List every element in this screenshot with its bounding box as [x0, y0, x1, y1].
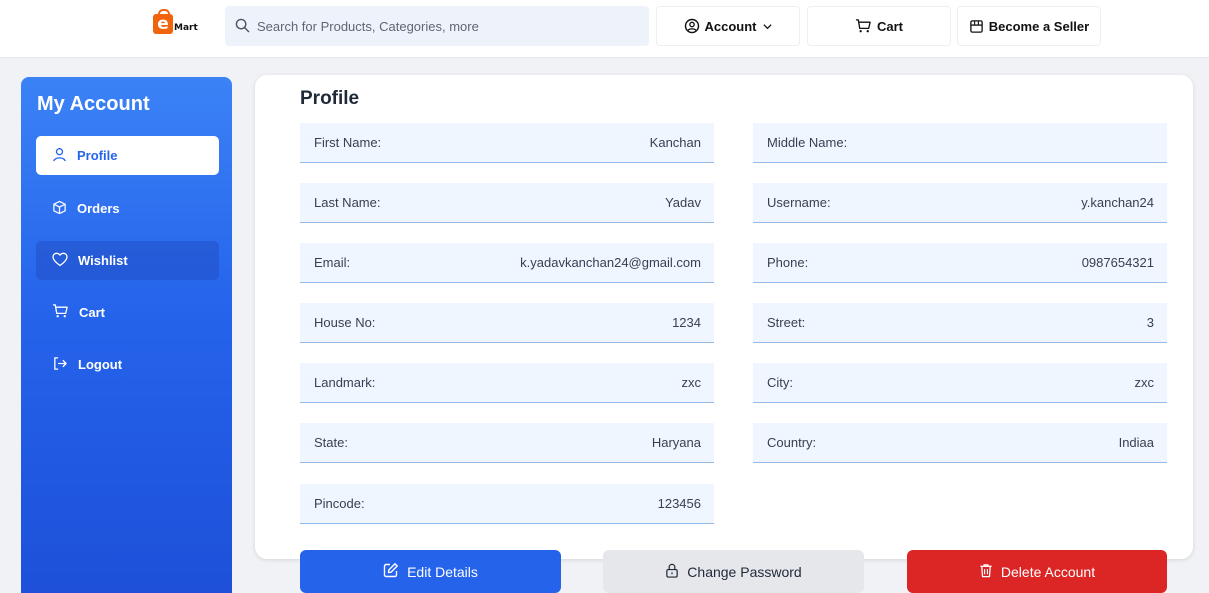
landmark-field: Landmark: zxc	[300, 363, 714, 403]
sidebar-item-label: Wishlist	[78, 253, 128, 268]
become-seller-button[interactable]: Become a Seller	[957, 6, 1101, 46]
state-field: State: Haryana	[300, 423, 714, 463]
last-name-field: Last Name: Yadav	[300, 183, 714, 223]
field-label: Country:	[767, 435, 817, 450]
lock-icon	[665, 563, 679, 581]
sidebar-item-logout[interactable]: Logout	[36, 345, 219, 384]
field-label: Phone:	[767, 255, 809, 270]
house-no-field: House No: 1234	[300, 303, 714, 343]
shopping-bag-logo-icon: e	[153, 9, 173, 34]
field-value: Kanchan	[649, 135, 701, 150]
country-field: Country: Indiaa	[753, 423, 1167, 463]
sidebar-item-label: Profile	[77, 148, 118, 163]
edit-icon	[383, 562, 399, 581]
field-value: zxc	[1134, 375, 1155, 390]
sidebar-item-label: Orders	[77, 201, 120, 216]
field-label: Last Name:	[314, 195, 381, 210]
delete-account-label: Delete Account	[1000, 563, 1096, 580]
trash-icon	[979, 563, 993, 581]
change-password-button[interactable]: Change Password	[603, 550, 864, 593]
edit-details-label: Edit Details	[407, 563, 478, 580]
user-icon	[52, 147, 67, 165]
field-label: Pincode:	[314, 496, 365, 511]
field-value: 0987654321	[1081, 255, 1154, 270]
field-label: Username:	[767, 195, 831, 210]
sidebar-item-cart[interactable]: Cart	[36, 293, 219, 332]
edit-details-button[interactable]: Edit Details	[300, 550, 561, 593]
cart-label: Cart	[876, 18, 903, 34]
field-value: zxc	[681, 375, 702, 390]
first-name-field: First Name: Kanchan	[300, 123, 714, 163]
sidebar-item-orders[interactable]: Orders	[36, 189, 219, 228]
field-value: Indiaa	[1118, 435, 1154, 450]
field-value: 3	[1146, 315, 1154, 330]
logout-icon	[52, 356, 68, 374]
account-sidebar: My Account Profile Orders Wishlist Cart …	[21, 77, 232, 593]
city-field: City: zxc	[753, 363, 1167, 403]
search-icon	[235, 18, 251, 34]
chevron-down-icon	[762, 21, 773, 32]
top-header: e Mart Account Cart Become a Seller	[0, 0, 1209, 58]
phone-field: Phone: 0987654321	[753, 243, 1167, 283]
change-password-label: Change Password	[687, 563, 802, 580]
user-circle-icon	[684, 18, 700, 34]
store-icon	[969, 19, 984, 34]
cart-button[interactable]: Cart	[807, 6, 951, 46]
middle-name-field: Middle Name:	[753, 123, 1167, 163]
field-label: House No:	[314, 315, 376, 330]
field-value: k.yadavkanchan24@gmail.com	[520, 255, 701, 270]
field-label: Email:	[314, 255, 351, 270]
logo-letter: e	[157, 14, 169, 34]
field-value: y.kanchan24	[1081, 195, 1154, 210]
field-value: Haryana	[651, 435, 701, 450]
cart-icon	[855, 18, 872, 34]
sidebar-item-label: Logout	[78, 357, 123, 372]
field-value: 123456	[657, 496, 701, 511]
delete-account-button[interactable]: Delete Account	[907, 550, 1167, 593]
search-bar[interactable]	[225, 6, 649, 46]
field-label: Middle Name:	[767, 135, 848, 150]
street-field: Street: 3	[753, 303, 1167, 343]
sidebar-item-label: Cart	[79, 305, 106, 320]
emart-logo[interactable]: e Mart	[153, 9, 198, 34]
email-field: Email: k.yadavkanchan24@gmail.com	[300, 243, 714, 283]
account-label: Account	[704, 18, 757, 34]
sidebar-item-wishlist[interactable]: Wishlist	[36, 241, 219, 280]
logo-text: Mart	[174, 23, 198, 33]
sidebar-item-profile[interactable]: Profile	[36, 136, 219, 175]
seller-label: Become a Seller	[988, 18, 1090, 34]
field-value: 1234	[672, 315, 701, 330]
sidebar-title: My Account	[37, 93, 150, 115]
field-label: First Name:	[314, 135, 382, 150]
heart-icon	[52, 252, 68, 270]
field-label: Landmark:	[314, 375, 376, 390]
username-field: Username: y.kanchan24	[753, 183, 1167, 223]
account-button[interactable]: Account	[656, 6, 800, 46]
field-label: Street:	[767, 315, 806, 330]
page-title: Profile	[300, 88, 360, 109]
package-icon	[52, 200, 67, 218]
field-value: Yadav	[665, 195, 701, 210]
pincode-field: Pincode: 123456	[300, 484, 714, 524]
field-label: City:	[767, 375, 793, 390]
field-label: State:	[314, 435, 348, 450]
cart-icon	[52, 303, 69, 322]
search-input[interactable]	[257, 18, 637, 34]
